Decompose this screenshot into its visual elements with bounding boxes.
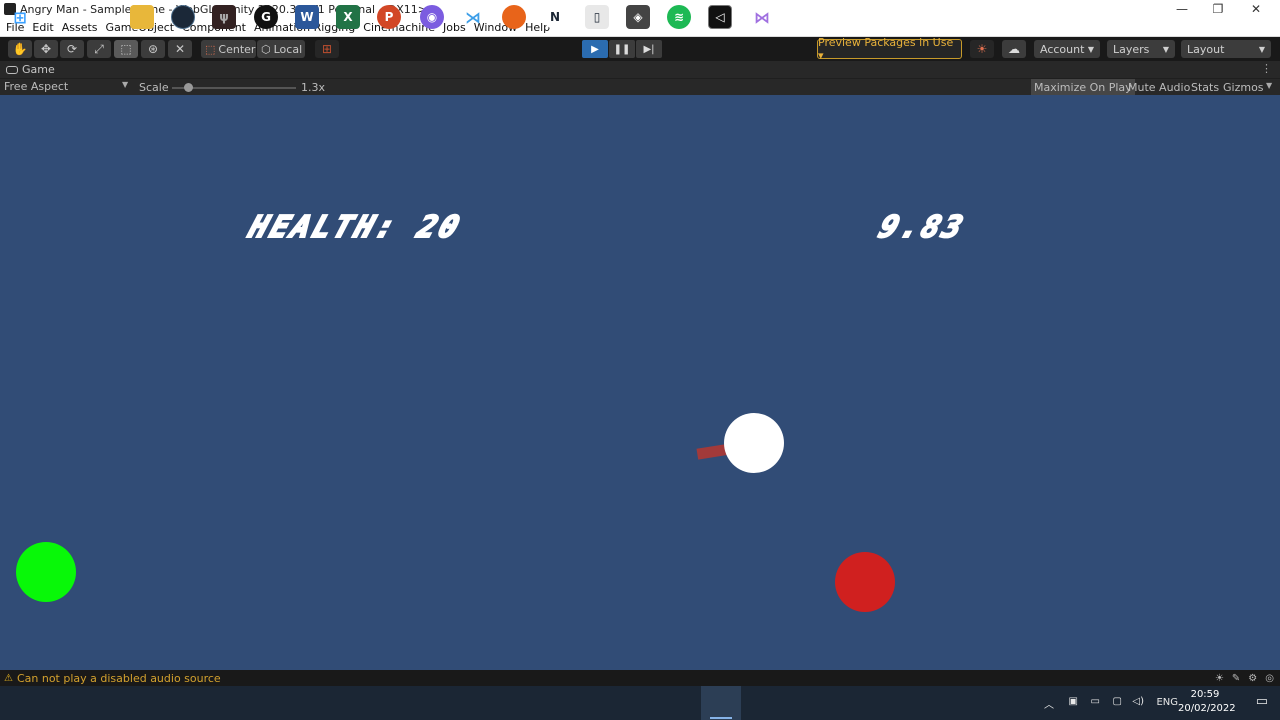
task-view-icon[interactable]: ▥ <box>88 5 112 29</box>
red-enemy-circle <box>835 552 895 612</box>
game-launcher-icon[interactable]: ψ <box>212 5 236 29</box>
collab-icon[interactable]: ☀ <box>970 40 994 58</box>
chevron-down-icon[interactable]: ▼ <box>1266 81 1272 90</box>
layers-label: Layers <box>1113 42 1150 56</box>
unity-hub-icon[interactable]: ◈ <box>626 5 650 29</box>
layout-dropdown[interactable]: Layout ▼ <box>1181 40 1271 58</box>
volume-icon[interactable]: ◁) <box>1132 696 1144 707</box>
local-label: Local <box>273 42 303 56</box>
game-viewport[interactable]: HEALTH: 20 9.83 <box>0 95 1280 670</box>
chevron-down-icon: ▼ <box>1258 44 1265 54</box>
search-icon[interactable]: ⌕ <box>48 5 72 29</box>
status-message[interactable]: Can not play a disabled audio source <box>17 672 221 685</box>
windows-start-icon[interactable]: ⊞ <box>8 5 32 29</box>
display-icon[interactable]: ▢ <box>1113 696 1122 707</box>
file-explorer-icon[interactable] <box>130 5 154 29</box>
tray-app-icon[interactable]: ▣ <box>1069 696 1078 707</box>
maximize-button[interactable]: ❐ <box>1200 0 1236 18</box>
battery-icon[interactable]: ▭ <box>1091 696 1100 707</box>
word-icon[interactable]: W <box>295 5 319 29</box>
main-toolbar: ✋ ✥ ⟳ ⤢ ⬚ ⊛ ✕ ⬚ Center ⬡ Local ⊞ ▶ ❚❚ ▶|… <box>0 36 1280 62</box>
visual-studio-icon[interactable]: ⋈ <box>750 5 774 29</box>
taskbar-clock[interactable]: 20:59 20/02/2022 <box>1178 688 1236 716</box>
stats-toggle[interactable]: Stats <box>1188 79 1222 96</box>
more-options-icon[interactable]: ⋮ <box>1261 62 1272 75</box>
discord-icon[interactable]: ◉ <box>420 5 444 29</box>
unity-editor-icon[interactable]: ◁ <box>708 5 732 29</box>
custom-tool-icon[interactable]: ✕ <box>168 40 192 58</box>
rect-tool-icon[interactable]: ⬚ <box>114 40 138 58</box>
close-button[interactable]: ✕ <box>1238 0 1274 18</box>
vscode-icon[interactable]: ⋊ <box>461 5 485 29</box>
status-icons: ☀ ✎ ⚙ ◎ <box>1215 670 1274 686</box>
steam-icon[interactable] <box>171 5 195 29</box>
hand-tool-icon[interactable]: ✋ <box>8 40 32 58</box>
mute-audio-toggle[interactable]: Mute Audio <box>1125 79 1193 96</box>
taskbar-active-highlight <box>701 686 741 720</box>
notifications-icon[interactable]: ▭ <box>1256 694 1268 709</box>
gizmos-toggle[interactable]: Gizmos <box>1220 79 1267 96</box>
rotate-tool-icon[interactable]: ⟳ <box>60 40 84 58</box>
maximize-on-play-toggle[interactable]: Maximize On Play <box>1031 79 1135 96</box>
logitech-icon[interactable]: G <box>254 5 278 29</box>
chevron-down-icon: ▼ <box>122 80 129 89</box>
layout-label: Layout <box>1187 42 1225 56</box>
green-circle <box>16 542 76 602</box>
account-label: Account <box>1040 42 1085 56</box>
player-gun <box>696 444 728 460</box>
step-button[interactable]: ▶| <box>636 40 662 58</box>
windows-taskbar <box>0 686 1280 720</box>
status-bar: ⚠ Can not play a disabled audio source ☀… <box>0 670 1280 686</box>
clock-time: 20:59 <box>1190 689 1220 700</box>
clipboard-app-icon[interactable]: ▯ <box>585 5 609 29</box>
pivot-local-button[interactable]: ⬡ Local <box>257 40 305 58</box>
cube-icon: ⬡ <box>261 42 271 56</box>
move-tool-icon[interactable]: ✥ <box>34 40 58 58</box>
warning-icon: ⚠ <box>4 672 13 684</box>
gamepad-icon <box>6 65 18 74</box>
play-button[interactable]: ▶ <box>582 40 608 58</box>
chevron-up-icon[interactable]: ︿ <box>1044 696 1054 711</box>
language-indicator[interactable]: ENG <box>1156 697 1178 708</box>
timer-display: 9.83 <box>873 209 971 246</box>
minimize-button[interactable]: — <box>1164 0 1200 18</box>
chevron-down-icon: ▼ <box>1162 44 1169 54</box>
center-label: Center <box>218 42 256 56</box>
aspect-dropdown[interactable]: Free Aspect <box>4 80 132 93</box>
scale-value: 1.3x <box>301 81 326 94</box>
check-icon: ◎ <box>1265 672 1274 684</box>
spotify-icon[interactable]: ≋ <box>667 5 691 29</box>
health-display: HEALTH: 20 <box>243 209 467 246</box>
chevron-down-icon: ▼ <box>1087 44 1094 54</box>
game-controls-bar: Free Aspect ▼ Scale 1.3x Maximize On Pla… <box>0 78 1280 96</box>
pause-button[interactable]: ❚❚ <box>609 40 635 58</box>
transform-tool-icon[interactable]: ⊛ <box>141 40 165 58</box>
excel-icon[interactable]: X <box>336 5 360 29</box>
scale-slider-thumb[interactable] <box>183 83 193 92</box>
layers-dropdown[interactable]: Layers ▼ <box>1107 40 1175 58</box>
taskbar-active-indicator <box>710 717 732 719</box>
game-tab[interactable]: Game ⋮ <box>0 61 1280 78</box>
progress-icon: ☀ <box>1214 672 1224 684</box>
cloud-icon[interactable]: ☁ <box>1002 40 1026 58</box>
preview-packages-button[interactable]: Preview Packages in Use ▾ <box>817 36 962 62</box>
notes-app-icon[interactable]: N <box>543 5 567 29</box>
account-dropdown[interactable]: Account ▼ <box>1034 40 1100 58</box>
scale-label: Scale <box>139 81 169 94</box>
game-tab-label: Game <box>22 63 55 76</box>
grid-snap-icon[interactable]: ⊞ <box>315 40 339 58</box>
scale-tool-icon[interactable]: ⤢ <box>87 40 111 58</box>
network-icon: ⚙ <box>1248 672 1258 684</box>
debug-icon[interactable]: ✎ <box>1232 673 1240 684</box>
pivot-center-button[interactable]: ⬚ Center <box>201 40 256 58</box>
powerpoint-icon[interactable]: P <box>377 5 401 29</box>
clock-date: 20/02/2022 <box>1178 703 1236 714</box>
center-icon: ⬚ <box>205 42 216 56</box>
player-circle <box>724 413 784 473</box>
firefox-icon[interactable] <box>502 5 526 29</box>
